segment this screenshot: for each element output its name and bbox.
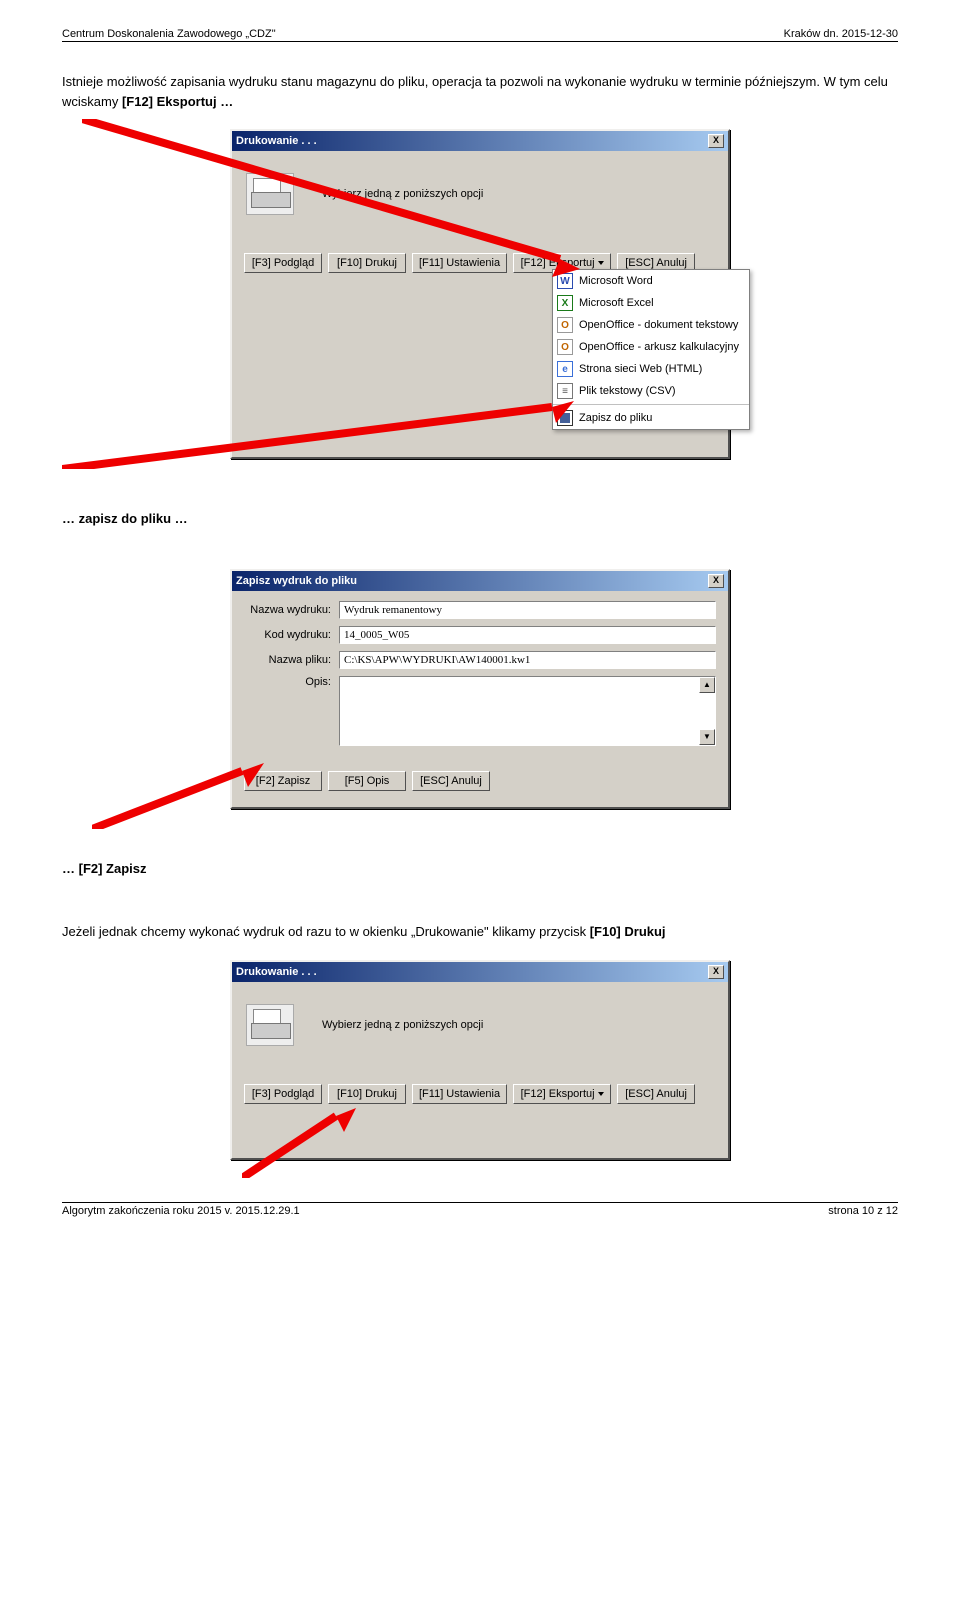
field-label-name: Nazwa wydruku: — [244, 604, 339, 616]
f12-export-button[interactable]: [F12] Eksportuj — [513, 1084, 611, 1104]
page-footer: Algorytm zakończenia roku 2015 v. 2015.1… — [62, 1202, 898, 1217]
footer-right: strona 10 z 12 — [828, 1205, 898, 1217]
f11-settings-button[interactable]: [F11] Ustawienia — [412, 1084, 507, 1104]
intro-paragraph: Istnieje możliwość zapisania wydruku sta… — [62, 72, 898, 111]
field-label-file: Nazwa pliku: — [244, 654, 339, 666]
export-item-oo-doc[interactable]: OOpenOffice - dokument tekstowy — [553, 314, 749, 336]
description-textarea[interactable]: ▲▼ — [339, 676, 716, 746]
red-arrow-to-save-item — [62, 349, 582, 469]
field-label-desc: Opis: — [244, 676, 339, 688]
openoffice-doc-icon: O — [557, 317, 573, 333]
f5-desc-button[interactable]: [F5] Opis — [328, 771, 406, 791]
close-icon[interactable]: X — [708, 134, 724, 148]
label-f2-zapisz: … [F2] Zapisz — [62, 859, 898, 879]
esc-cancel-button[interactable]: [ESC] Anuluj — [617, 1084, 695, 1104]
chevron-down-icon — [598, 1092, 604, 1096]
footer-left: Algorytm zakończenia roku 2015 v. 2015.1… — [62, 1205, 300, 1217]
save-to-file-dialog: Zapisz wydruk do pliku X Nazwa wydruku:W… — [230, 569, 730, 809]
f10-hint: [F10] Drukuj — [590, 924, 666, 939]
export-item-excel[interactable]: XMicrosoft Excel — [553, 292, 749, 314]
scroll-down-icon[interactable]: ▼ — [699, 729, 715, 745]
excel-icon: X — [557, 295, 573, 311]
close-icon[interactable]: X — [708, 574, 724, 588]
header-left: Centrum Doskonalenia Zawodowego „CDZ" — [62, 28, 276, 40]
scroll-up-icon[interactable]: ▲ — [699, 677, 715, 693]
red-arrow-to-f2-save — [92, 759, 272, 829]
page-header: Centrum Doskonalenia Zawodowego „CDZ" Kr… — [62, 28, 898, 42]
close-icon[interactable]: X — [708, 965, 724, 979]
f3-preview-button[interactable]: [F3] Podgląd — [244, 1084, 322, 1104]
esc-cancel-button[interactable]: [ESC] Anuluj — [412, 771, 490, 791]
chevron-down-icon — [598, 261, 604, 265]
f10-print-button[interactable]: [F10] Drukuj — [328, 1084, 406, 1104]
para-print-now: Jeżeli jednak chcemy wykonać wydruk od r… — [62, 922, 898, 942]
printer-icon — [246, 1004, 294, 1046]
header-right: Kraków dn. 2015-12-30 — [784, 28, 898, 40]
red-arrow-to-export — [82, 119, 592, 279]
export-item-save-to-file[interactable]: Zapisz do pliku — [553, 404, 749, 429]
f12-hint: [F12] Eksportuj … — [122, 94, 233, 109]
file-path-input[interactable]: C:\KS\APW\WYDRUKI\AW140001.kw1 — [339, 651, 716, 669]
export-item-oo-calc[interactable]: OOpenOffice - arkusz kalkulacyjny — [553, 336, 749, 358]
export-item-html[interactable]: eStrona sieci Web (HTML) — [553, 358, 749, 380]
field-label-code: Kod wydruku: — [244, 629, 339, 641]
printout-code-input[interactable]: 14_0005_W05 — [339, 626, 716, 644]
printout-name-input[interactable]: Wydruk remanentowy — [339, 601, 716, 619]
export-item-csv[interactable]: ≡Plik tekstowy (CSV) — [553, 380, 749, 402]
label-zapisz-do-pliku: … zapisz do pliku … — [62, 509, 898, 529]
red-arrow-to-f10-print — [242, 1108, 362, 1178]
